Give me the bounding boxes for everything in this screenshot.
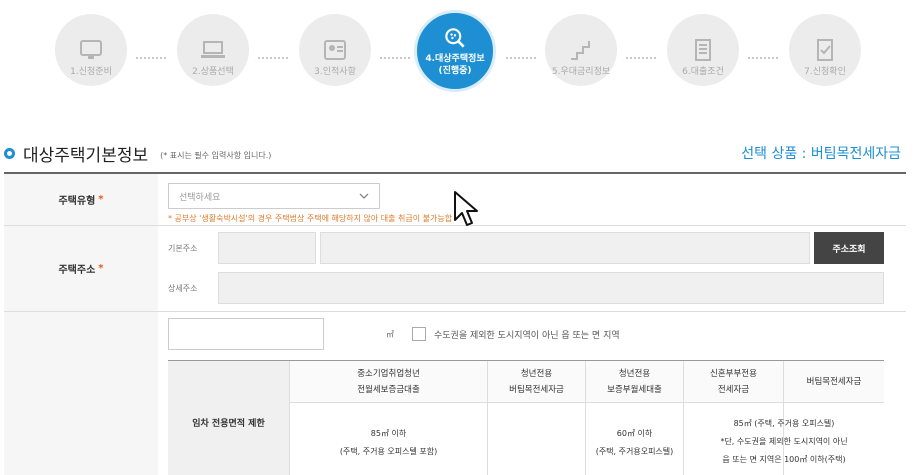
step-sublabel: (진행중) bbox=[438, 66, 472, 76]
house-type-select[interactable]: 선택하세요 bbox=[168, 183, 380, 209]
limit-column: 신혼부부전용 전세자금 85㎡ (주택, 주거용 오피스텔) *단, 수도권을 제외… bbox=[684, 361, 848, 475]
address-row: 주택주소 * 기본주소 주소조회 상세주소 bbox=[4, 226, 906, 312]
step-label: 1.신청준비 bbox=[70, 67, 112, 77]
step-label: 4.대상주택정보 bbox=[425, 54, 485, 64]
house-type-label: 주택유형 * bbox=[4, 174, 158, 225]
step-label: 7.신청확인 bbox=[804, 67, 846, 77]
step-4-active: 4.대상주택정보 (진행중) bbox=[412, 10, 498, 92]
step-2: 2.상품선택 bbox=[170, 14, 256, 86]
basic-address-label: 기본주소 bbox=[168, 243, 198, 253]
bullet-ring-icon bbox=[4, 148, 15, 159]
step-3: 3.인적사항 bbox=[292, 14, 378, 86]
chevron-down-icon bbox=[359, 193, 369, 199]
step-label: 6.대출조건 bbox=[682, 67, 724, 77]
step-5: 5.우대금리정보 bbox=[538, 14, 624, 86]
section-header: 대상주택기본정보 (* 표시는 필수 입력사항 입니다.) bbox=[4, 141, 271, 166]
house-type-warning: * 공부상 '생활숙박시설'의 경우 주택법상 주택에 해당하지 않아 대출 취… bbox=[168, 214, 453, 223]
step-7: 7.신청확인 bbox=[782, 14, 868, 86]
limit-column: 중소기업취업청년 전월세보증금대출 85㎡ 이하 (주택, 주거용 오피스텔 포함) bbox=[290, 361, 488, 475]
limit-column: 청년전용 버팀목전세자금 bbox=[488, 361, 586, 475]
step-6: 6.대출조건 bbox=[660, 14, 746, 86]
area-limit-label: 임차 전용면적 제한 bbox=[168, 361, 290, 475]
limit-column: 버팀목전세자금 bbox=[784, 361, 884, 475]
area-input[interactable] bbox=[168, 318, 324, 350]
mouse-cursor-icon bbox=[454, 191, 478, 226]
area-unit: ㎡ bbox=[386, 329, 394, 339]
limit-column: 청년전용 보증부월세대출 60㎡ 이하 (주택, 주거용오피스텔) bbox=[586, 361, 684, 475]
area-row: ㎡ 수도권을 제외한 도시지역이 아닌 읍 또는 면 지역 임차 전용면적 제한… bbox=[4, 312, 906, 475]
section-title: 대상주택기본정보 bbox=[23, 146, 149, 166]
step-label: 2.상품선택 bbox=[192, 67, 234, 77]
area-limit-table: 임차 전용면적 제한 중소기업취업청년 전월세보증금대출 85㎡ 이하 (주택, 주… bbox=[168, 360, 884, 475]
search-house-icon: 4.대상주택정보 (진행중) bbox=[414, 10, 496, 92]
detail-address-label: 상세주소 bbox=[168, 283, 198, 293]
house-type-placeholder: 선택하세요 bbox=[179, 192, 221, 203]
required-note: (* 표시는 필수 입력사항 입니다.) bbox=[160, 151, 272, 160]
basic-address-field[interactable] bbox=[320, 232, 810, 264]
rural-area-checkbox-label: 수도권을 제외한 도시지역이 아닌 읍 또는 면 지역 bbox=[434, 330, 620, 341]
step-label: 3.인적사항 bbox=[314, 67, 356, 77]
selected-product: 선택 상품 : 버팀목전세자금 bbox=[741, 146, 901, 162]
step-label: 5.우대금리정보 bbox=[551, 67, 611, 77]
address-label: 주택주소 * bbox=[4, 226, 158, 311]
address-search-button[interactable]: 주소조회 bbox=[814, 232, 884, 264]
step-progress: 1.신청준비 2.상품선택 3.인적사항 4.대상주택정보 (진행중) 5.우대… bbox=[48, 10, 888, 119]
detail-address-field[interactable] bbox=[218, 272, 884, 304]
rural-area-checkbox[interactable] bbox=[412, 327, 426, 341]
step-1: 1.신청준비 bbox=[48, 14, 134, 86]
postcode-field[interactable] bbox=[218, 232, 316, 264]
area-label-cell bbox=[4, 312, 158, 475]
